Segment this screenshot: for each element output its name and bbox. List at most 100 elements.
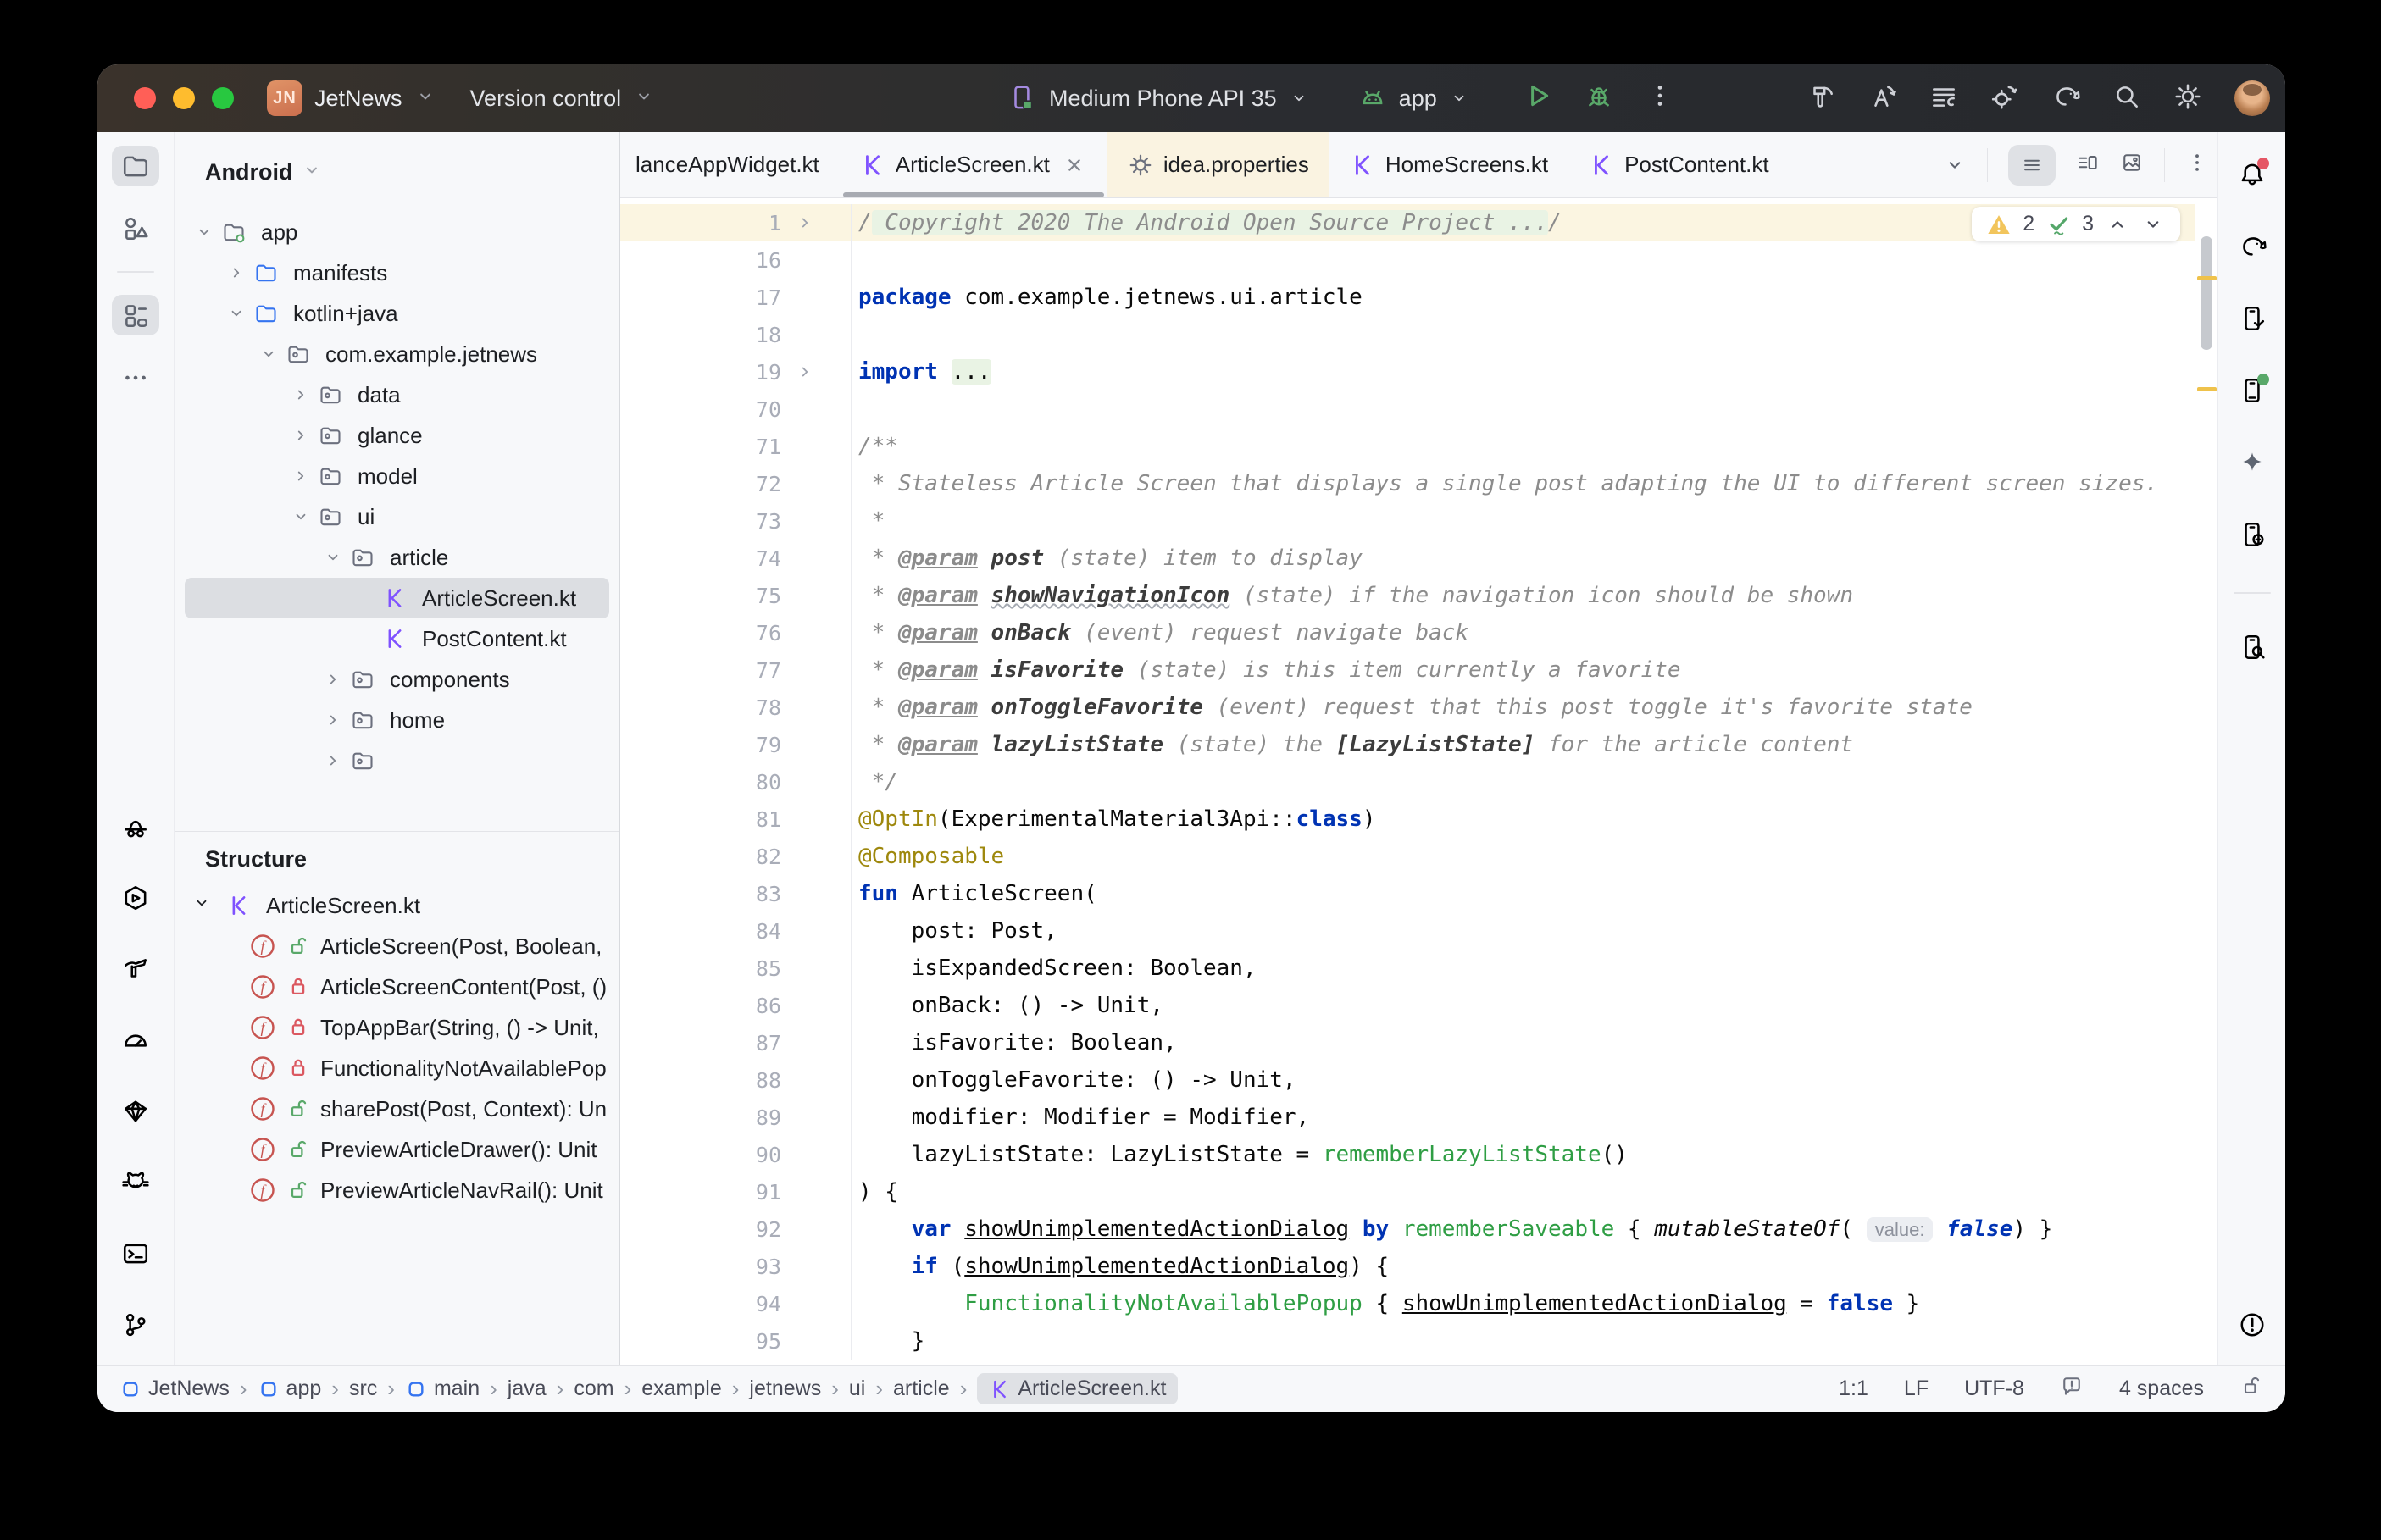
minimize-window-button[interactable] — [173, 87, 195, 109]
tool-more-button[interactable] — [112, 357, 159, 398]
structure-item[interactable]: f FunctionalityNotAvailablePop — [175, 1048, 619, 1089]
encoding[interactable]: UTF-8 — [1964, 1377, 2024, 1401]
version-control-menu[interactable]: Version control — [470, 86, 622, 112]
ai-actions-button[interactable] — [1868, 82, 1897, 115]
warning-stripe-mark[interactable] — [2197, 276, 2217, 280]
fold-arrow-icon[interactable] — [795, 213, 815, 233]
tool-logcat-button[interactable] — [121, 1168, 150, 1201]
structure-item[interactable]: f ArticleScreen(Post, Boolean, — [175, 926, 619, 967]
code-editor[interactable]: 1 / Copyright 2020 The Android Open Sourc… — [620, 198, 2217, 1366]
chevron-down-icon[interactable] — [323, 547, 343, 568]
structure-file-row[interactable]: ArticleScreen.kt — [175, 885, 619, 926]
tool-build-button[interactable] — [121, 955, 150, 988]
breadcrumb-item-jetnews[interactable]: JetNews — [119, 1377, 230, 1401]
display-options-button[interactable] — [1929, 82, 1958, 115]
breadcrumb-item-main[interactable]: main — [405, 1377, 480, 1401]
device-explorer-button[interactable] — [2238, 633, 2267, 666]
settings-button[interactable] — [2173, 82, 2202, 115]
structure-item[interactable]: f TopAppBar(String, () -> Unit, — [175, 1007, 619, 1048]
chevron-right-icon[interactable] — [323, 751, 343, 771]
structure-item[interactable]: f ArticleScreenContent(Post, () — [175, 967, 619, 1007]
gemini-button[interactable] — [2238, 448, 2267, 481]
chevron-down-icon[interactable] — [291, 507, 311, 527]
prev-problem-icon[interactable] — [2106, 213, 2129, 236]
inspection-balloon-icon[interactable] — [2060, 1374, 2084, 1404]
tab-options-button[interactable] — [2185, 151, 2209, 179]
gradle-sync-button[interactable] — [2051, 82, 2080, 115]
indent-size[interactable]: 4 spaces — [2119, 1377, 2204, 1401]
chevron-down-icon[interactable] — [414, 86, 436, 112]
breadcrumb-item-articlescreen-kt[interactable]: ArticleScreen.kt — [977, 1373, 1179, 1404]
tree-item-articlescreen-kt[interactable]: ArticleScreen.kt — [185, 578, 609, 618]
panel-divider[interactable] — [175, 831, 619, 832]
tool-structure-button[interactable] — [112, 295, 159, 335]
tool-project-button[interactable] — [112, 146, 159, 186]
structure-item[interactable]: f sharePost(Post, Context): Un — [175, 1089, 619, 1129]
run-configuration[interactable]: app — [1399, 86, 1437, 112]
chevron-down-icon[interactable] — [191, 893, 212, 913]
notifications-button[interactable] — [2238, 158, 2269, 193]
editor-scrollbar[interactable] — [2195, 198, 2217, 1366]
structure-item[interactable]: f PreviewArticleDrawer(): Unit — [175, 1129, 619, 1170]
tab-homescreens-kt[interactable]: HomeScreens.kt — [1329, 132, 1568, 197]
user-avatar[interactable] — [2234, 80, 2270, 116]
tree-item[interactable] — [175, 740, 619, 781]
chevron-right-icon[interactable] — [323, 710, 343, 730]
structure-item[interactable]: f PreviewArticleNavRail(): Unit — [175, 1170, 619, 1210]
line-ending[interactable]: LF — [1904, 1377, 1929, 1401]
breadcrumb-item-src[interactable]: src — [349, 1377, 377, 1401]
view-code-button[interactable] — [2008, 144, 2056, 186]
chevron-right-icon[interactable] — [291, 385, 311, 405]
tool-app-quality-insights-button[interactable] — [121, 1097, 150, 1130]
breadcrumb-item-jetnews[interactable]: jetnews — [749, 1377, 821, 1401]
scrollbar-thumb[interactable] — [2201, 236, 2212, 350]
tree-item-glance[interactable]: glance — [175, 415, 619, 456]
tree-item-model[interactable]: model — [175, 456, 619, 496]
tree-item-kotlin-java[interactable]: kotlin+java — [175, 293, 619, 334]
next-problem-icon[interactable] — [2141, 213, 2165, 236]
tab-articlescreen-kt[interactable]: ArticleScreen.kt — [840, 132, 1107, 197]
tree-item-app[interactable]: app — [175, 212, 619, 252]
tool-terminal-button[interactable] — [121, 1239, 150, 1272]
fold-arrow-icon[interactable] — [795, 362, 815, 382]
project-name[interactable]: JetNews — [314, 86, 402, 112]
tree-item-home[interactable]: home — [175, 700, 619, 740]
problems-button[interactable] — [2238, 1310, 2267, 1343]
breadcrumb-item-app[interactable]: app — [258, 1377, 321, 1401]
device-selector[interactable]: Medium Phone API 35 — [1049, 86, 1277, 112]
tool-running-devices-button[interactable] — [121, 884, 150, 917]
debug-button[interactable] — [1585, 81, 1613, 116]
run-button[interactable] — [1524, 81, 1552, 116]
more-actions-button[interactable] — [1646, 81, 1674, 116]
view-design-button[interactable] — [2120, 151, 2144, 179]
tree-item-manifests[interactable]: manifests — [175, 252, 619, 293]
tab-lanceappwidget-kt[interactable]: lanceAppWidget.kt — [620, 132, 840, 197]
chevron-down-icon[interactable] — [194, 222, 214, 242]
chevron-right-icon[interactable] — [323, 669, 343, 690]
gradle-panel-button[interactable] — [2238, 232, 2267, 265]
tree-item-data[interactable]: data — [175, 374, 619, 415]
close-window-button[interactable] — [134, 87, 156, 109]
tree-item-ui[interactable]: ui — [175, 496, 619, 537]
tree-item-postcontent-kt[interactable]: PostContent.kt — [175, 618, 619, 659]
project-view-selector[interactable]: Android — [175, 132, 619, 212]
caret-position[interactable]: 1:1 — [1839, 1377, 1868, 1401]
tab-postcontent-kt[interactable]: PostContent.kt — [1568, 132, 1790, 197]
tab-idea-properties[interactable]: idea.properties — [1107, 132, 1329, 197]
tool-app-inspection-button[interactable] — [121, 812, 150, 845]
chevron-right-icon[interactable] — [291, 425, 311, 446]
warning-stripe-mark[interactable] — [2197, 387, 2217, 391]
breadcrumb-item-com[interactable]: com — [574, 1377, 613, 1401]
running-devices-button[interactable] — [2238, 374, 2269, 409]
chevron-down-icon[interactable] — [633, 86, 655, 112]
tool-version-control-button[interactable] — [121, 1310, 150, 1343]
tree-item-components[interactable]: components — [175, 659, 619, 700]
view-split-button[interactable] — [2076, 151, 2100, 179]
build-button[interactable] — [1807, 82, 1836, 115]
chevron-right-icon[interactable] — [226, 263, 247, 283]
chevron-down-icon[interactable] — [1943, 153, 1967, 177]
breadcrumb-item-java[interactable]: java — [508, 1377, 547, 1401]
write-access-icon[interactable] — [2239, 1374, 2263, 1404]
close-icon[interactable] — [1062, 152, 1087, 178]
device-manager-button[interactable] — [2238, 304, 2267, 337]
